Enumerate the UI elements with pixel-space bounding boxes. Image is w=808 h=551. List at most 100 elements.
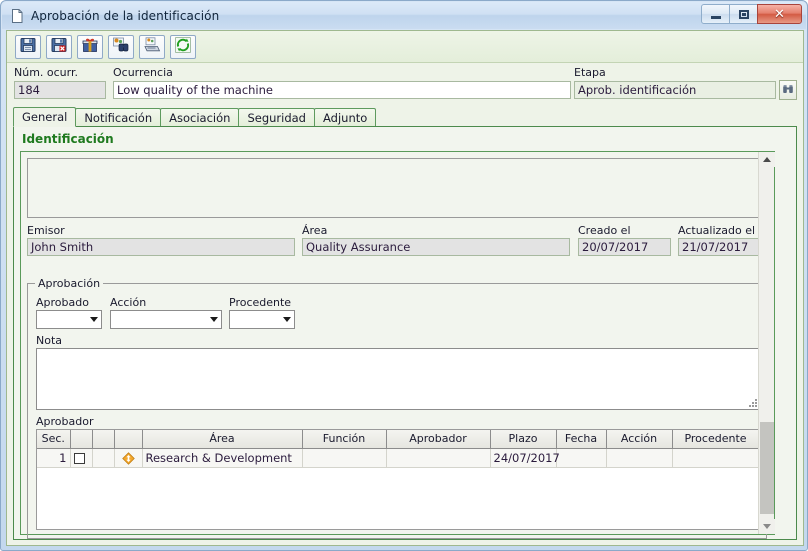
accion-label: Acción <box>110 296 147 309</box>
procedente-combo[interactable] <box>229 310 295 329</box>
print-button[interactable] <box>139 34 165 59</box>
maximize-button[interactable] <box>729 4 758 24</box>
minimize-button[interactable] <box>701 4 730 24</box>
row-checkbox[interactable] <box>73 452 85 464</box>
save-button[interactable] <box>15 34 41 59</box>
attachment-button[interactable] <box>77 34 103 59</box>
scroll-up-button[interactable] <box>759 152 775 167</box>
scroll-down-arrow-icon <box>763 524 771 529</box>
minimize-icon <box>710 15 721 19</box>
chevron-down-icon <box>90 317 98 322</box>
refresh-icon <box>174 36 192 57</box>
tab-adjunto[interactable]: Adjunto <box>314 108 377 127</box>
panel-vertical-scrollbar[interactable] <box>758 152 775 534</box>
search-button[interactable] <box>108 34 134 59</box>
cell-row-icon[interactable] <box>114 448 143 468</box>
document-icon <box>9 8 25 24</box>
num-occ-label: Núm. ocurr. <box>14 66 78 79</box>
tab-general[interactable]: General <box>13 107 77 127</box>
floppy-save-icon <box>19 36 37 57</box>
col-blank-1[interactable] <box>70 430 93 449</box>
header-fields: Núm. ocurr. 184 Ocurrencia Low quality o… <box>7 64 803 106</box>
cell-select-checkbox[interactable] <box>70 448 93 468</box>
orange-diamond-arrow-icon <box>121 451 135 465</box>
toolbar <box>7 31 803 63</box>
table-header-row: Sec. Área Función Aprobador Plazo Fecha <box>37 430 759 449</box>
save-close-button[interactable] <box>46 34 72 59</box>
table-row[interactable]: 1 Research & Development 24/07/2017 <box>37 448 759 468</box>
window-controls: ✕ <box>701 4 802 24</box>
col-blank-2[interactable] <box>92 430 115 449</box>
binoculars-icon <box>782 83 794 98</box>
cell-area: Research & Development <box>142 448 303 468</box>
cell-sec: 1 <box>37 448 71 468</box>
scroll-down-button[interactable] <box>759 519 775 534</box>
actualizado-el-label: Actualizado el <box>678 224 756 237</box>
section-title-identificacion: Identificación <box>22 132 114 146</box>
num-occ-field[interactable]: 184 <box>14 81 106 99</box>
identification-panel: Emisor John Smith Área Quality Assurance… <box>20 151 775 539</box>
aprobado-label: Aprobado <box>36 296 89 309</box>
approval-groupbox: Aprobación Aprobado Acción Procedente No… <box>27 277 767 539</box>
cell-accion <box>606 448 673 468</box>
binoculars-search-icon <box>112 36 130 57</box>
accion-combo[interactable] <box>110 310 222 329</box>
approver-grid[interactable]: Sec. Área Función Aprobador Plazo Fecha <box>36 429 760 530</box>
scrollbar-thumb[interactable] <box>760 422 774 514</box>
close-button[interactable]: ✕ <box>757 4 802 24</box>
area-field: Quality Assurance <box>302 238 570 256</box>
cell-plazo: 24/07/2017 <box>490 448 560 468</box>
col-blank-3[interactable] <box>114 430 143 449</box>
cell-fecha <box>556 448 607 468</box>
chevron-down-icon <box>283 317 291 322</box>
gift-box-icon <box>81 36 99 57</box>
resize-grip-icon[interactable] <box>746 396 758 408</box>
description-field[interactable] <box>27 158 763 218</box>
refresh-button[interactable] <box>170 34 196 59</box>
chevron-down-icon <box>210 317 218 322</box>
col-fecha[interactable]: Fecha <box>556 430 607 449</box>
col-area[interactable]: Área <box>142 430 303 449</box>
col-accion[interactable]: Acción <box>606 430 673 449</box>
col-sec[interactable]: Sec. <box>37 430 71 449</box>
title-bar: Aprobación de la identificación ✕ <box>2 2 806 29</box>
maximize-icon <box>738 9 749 19</box>
tab-notificacion[interactable]: Notificación <box>75 108 162 127</box>
client-area: Núm. ocurr. 184 Ocurrencia Low quality o… <box>6 30 804 546</box>
area-label: Área <box>302 224 328 237</box>
emisor-label: Emisor <box>27 224 65 237</box>
occurrence-field[interactable]: Low quality of the machine <box>113 81 571 99</box>
cell-procedente <box>672 448 759 468</box>
procedente-label: Procedente <box>229 296 292 309</box>
col-funcion[interactable]: Función <box>302 430 387 449</box>
stage-search-button[interactable] <box>779 80 797 100</box>
cell-blank-2 <box>92 448 115 468</box>
tab-asociacion[interactable]: Asociación <box>160 108 240 127</box>
close-icon: ✕ <box>774 6 785 22</box>
nota-field[interactable] <box>36 348 760 410</box>
approver-table: Sec. Área Función Aprobador Plazo Fecha <box>37 430 759 468</box>
print-icon <box>143 36 161 57</box>
emisor-field: John Smith <box>27 238 295 256</box>
floppy-delete-icon <box>50 36 68 57</box>
approval-legend: Aprobación <box>35 277 104 290</box>
scroll-up-arrow-icon <box>763 157 771 162</box>
stage-label: Etapa <box>574 66 606 79</box>
creado-el-field: 20/07/2017 <box>578 238 671 256</box>
aprobador-label: Aprobador <box>36 415 94 428</box>
col-aprobador[interactable]: Aprobador <box>386 430 491 449</box>
occurrence-label: Ocurrencia <box>113 66 173 79</box>
cell-funcion <box>302 448 387 468</box>
creado-el-label: Creado el <box>578 224 631 237</box>
tab-page-general: Identificación Emisor John Smith Área Qu… <box>13 126 797 540</box>
tab-seguridad[interactable]: Seguridad <box>238 108 315 127</box>
tab-strip: General Notificación Asociación Segurida… <box>13 107 797 127</box>
col-plazo[interactable]: Plazo <box>490 430 557 449</box>
col-procedente[interactable]: Procedente <box>672 430 759 449</box>
cell-aprobador <box>386 448 491 468</box>
nota-label: Nota <box>36 334 63 347</box>
stage-field: Aprob. identificación <box>574 81 776 99</box>
application-window: Aprobación de la identificación ✕ Núm. o… <box>0 0 808 551</box>
aprobado-combo[interactable] <box>36 310 102 329</box>
window-title: Aprobación de la identificación <box>31 8 220 23</box>
